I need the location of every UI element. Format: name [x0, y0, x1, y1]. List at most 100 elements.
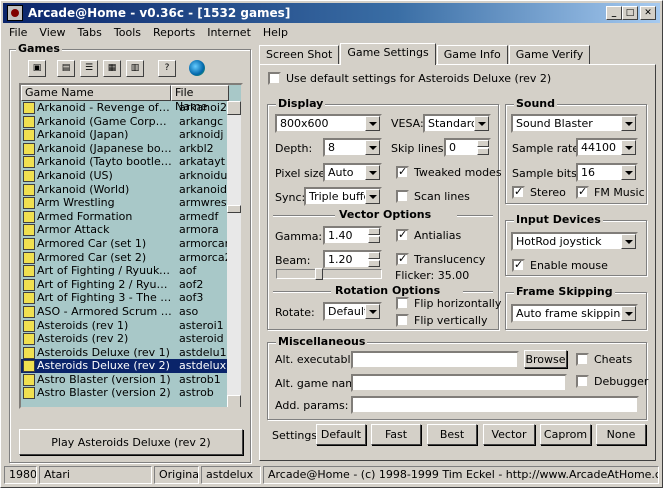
tab-game-verify[interactable]: Game Verify [508, 45, 591, 65]
skip-lines-label: Skip lines: [391, 142, 448, 155]
help-icon[interactable]: ? [158, 60, 176, 77]
game-row[interactable]: Arm Wrestling armwrest [21, 196, 241, 210]
game-row[interactable]: Armed Formation armedf [21, 210, 241, 224]
scroll-up-icon[interactable] [227, 101, 241, 115]
game-file: asteroi1 [179, 318, 224, 332]
alt-exe-input[interactable] [351, 351, 519, 369]
tweaked-modes-checkbox[interactable]: Tweaked modes [396, 165, 502, 179]
sound-card-value: Sound Blaster [516, 117, 593, 130]
game-row[interactable]: Asteroids (rev 2) asteroid [21, 332, 241, 346]
game-icon [23, 129, 35, 142]
large-icons-icon[interactable]: ▣ [28, 60, 46, 77]
stereo-checkbox[interactable]: Stereo [512, 185, 566, 199]
game-row[interactable]: Asteroids (rev 1) asteroi1 [21, 319, 241, 333]
beam-spinner[interactable]: 1.20 [323, 250, 382, 269]
col-game-name[interactable]: Game Name [21, 85, 171, 101]
input-device-value: HotRod joystick [516, 235, 602, 248]
debugger-label: Debugger [594, 375, 649, 388]
menu-internet[interactable]: Internet [201, 24, 257, 42]
game-row[interactable]: Art of Fighting / Ryuuko ... aof [21, 264, 241, 278]
minimize-button[interactable]: _ [606, 6, 622, 20]
gamma-spinner[interactable]: 1.40 [323, 226, 382, 245]
game-row[interactable]: Asteroids Deluxe (rev 1) astdelu1 [21, 346, 241, 360]
close-button[interactable]: ✕ [640, 6, 656, 20]
preset-none-button[interactable]: None [596, 424, 646, 445]
col-file-name[interactable]: File Name [171, 85, 229, 113]
game-row[interactable]: Arkanoid (Japanese boot... arkbl2 [21, 142, 241, 156]
game-row[interactable]: Armor Attack armora [21, 223, 241, 237]
debugger-checkbox[interactable]: Debugger [576, 375, 648, 388]
game-row[interactable]: ASO - Armored Scrum O... aso [21, 305, 241, 319]
browse-button[interactable]: Browse [524, 350, 567, 368]
sample-bits-select[interactable]: 16 [576, 163, 638, 182]
menu-help[interactable]: Help [257, 24, 294, 42]
list-scrollbar[interactable] [227, 101, 241, 407]
translucency-checkbox[interactable]: Translucency [396, 252, 485, 266]
menu-file[interactable]: File [3, 24, 33, 42]
list-view-icon[interactable]: ☰ [80, 60, 98, 77]
sound-card-select[interactable]: Sound Blaster [511, 114, 638, 133]
alt-name-input[interactable] [351, 374, 567, 392]
preset-fast-button[interactable]: Fast [371, 424, 421, 445]
antialias-checkbox[interactable]: Antialias [396, 228, 461, 242]
games-list[interactable]: Game Name File Name Arkanoid - Revenge o… [19, 83, 243, 409]
cheats-checkbox[interactable]: Cheats [576, 353, 632, 366]
pixel-size-select[interactable]: Auto [323, 163, 382, 182]
globe-icon[interactable] [189, 60, 205, 76]
rotate-select[interactable]: Default [323, 302, 382, 321]
game-row[interactable]: Arkanoid (Game Corpora... arkangc [21, 115, 241, 129]
game-row[interactable]: Arkanoid (Japan) arknoidj [21, 128, 241, 142]
pixel-size-label: Pixel size: [275, 167, 329, 180]
input-device-select[interactable]: HotRod joystick [511, 232, 638, 251]
skip-lines-spinner[interactable]: 0 [444, 138, 491, 157]
play-button[interactable]: Play Asteroids Deluxe (rev 2) [19, 429, 243, 455]
resolution-value: 800x600 [280, 117, 329, 130]
vesa-select[interactable]: Standard [423, 114, 491, 133]
game-row[interactable]: Astro Blaster (version 1) astrob1 [21, 373, 241, 387]
add-params-input[interactable] [351, 396, 639, 414]
report-view-icon[interactable]: ▥ [126, 60, 144, 77]
preset-vector-button[interactable]: Vector [483, 424, 535, 445]
preset-best-button[interactable]: Best [427, 424, 477, 445]
small-icons-icon[interactable]: ▤ [57, 60, 75, 77]
flicker-slider[interactable] [276, 268, 382, 280]
menu-reports[interactable]: Reports [147, 24, 201, 42]
scroll-down-icon[interactable] [227, 395, 241, 407]
game-file: arkangc [179, 114, 224, 128]
preset-default-button[interactable]: Default [316, 424, 366, 445]
resolution-select[interactable]: 800x600 [275, 114, 382, 133]
maximize-button[interactable]: □ [622, 6, 638, 20]
enable-mouse-checkbox[interactable]: Enable mouse [512, 258, 608, 272]
games-title: Games [16, 42, 62, 55]
game-row[interactable]: Astro Blaster (version 2) astrob [21, 386, 241, 400]
game-row[interactable]: Arkanoid (US) arknoidu [21, 169, 241, 183]
game-row[interactable]: Armored Car (set 2) armorca2 [21, 251, 241, 265]
flip-horizontally-checkbox[interactable]: Flip horizontally [396, 297, 501, 310]
preset-caprom-button[interactable]: Caprom [540, 424, 591, 445]
game-row[interactable]: Arkanoid - Revenge of D... arkanoi2 [21, 101, 241, 115]
game-row[interactable]: Asteroids Deluxe (rev 2) astdelux [21, 359, 241, 373]
fm-music-checkbox[interactable]: FM Music [576, 185, 645, 199]
use-default-checkbox[interactable]: Use default settings for Asteroids Delux… [268, 72, 551, 85]
menu-view[interactable]: View [33, 24, 71, 42]
flicker-slider-thumb[interactable] [315, 268, 323, 280]
tab-game-info[interactable]: Game Info [436, 45, 508, 65]
menu-tools[interactable]: Tools [108, 24, 147, 42]
flip-vertically-checkbox[interactable]: Flip vertically [396, 314, 488, 327]
tab-screen-shot[interactable]: Screen Shot [259, 45, 340, 65]
scroll-thumb[interactable] [227, 205, 241, 213]
details-view-icon[interactable]: ▦ [103, 60, 121, 77]
frame-skip-select[interactable]: Auto frame skipping [511, 304, 638, 323]
sync-select[interactable]: Triple buffer [304, 187, 382, 206]
depth-select[interactable]: 8 [323, 138, 382, 157]
tab-game-settings[interactable]: Game Settings [340, 43, 436, 65]
game-row[interactable]: Arkanoid (World) arkanoid [21, 183, 241, 197]
scan-lines-checkbox[interactable]: Scan lines [396, 190, 470, 203]
menu-tabs[interactable]: Tabs [72, 24, 108, 42]
game-row[interactable]: Art of Fighting 2 / Ryuuk... aof2 [21, 278, 241, 292]
game-name: Armor Attack [37, 223, 110, 237]
game-row[interactable]: Art of Fighting 3 - The Pa... aof3 [21, 291, 241, 305]
game-row[interactable]: Armored Car (set 1) armorcar [21, 237, 241, 251]
game-row[interactable]: Arkanoid (Tayto bootleg,... arkatayt [21, 155, 241, 169]
sample-rate-select[interactable]: 44100 [576, 138, 638, 157]
